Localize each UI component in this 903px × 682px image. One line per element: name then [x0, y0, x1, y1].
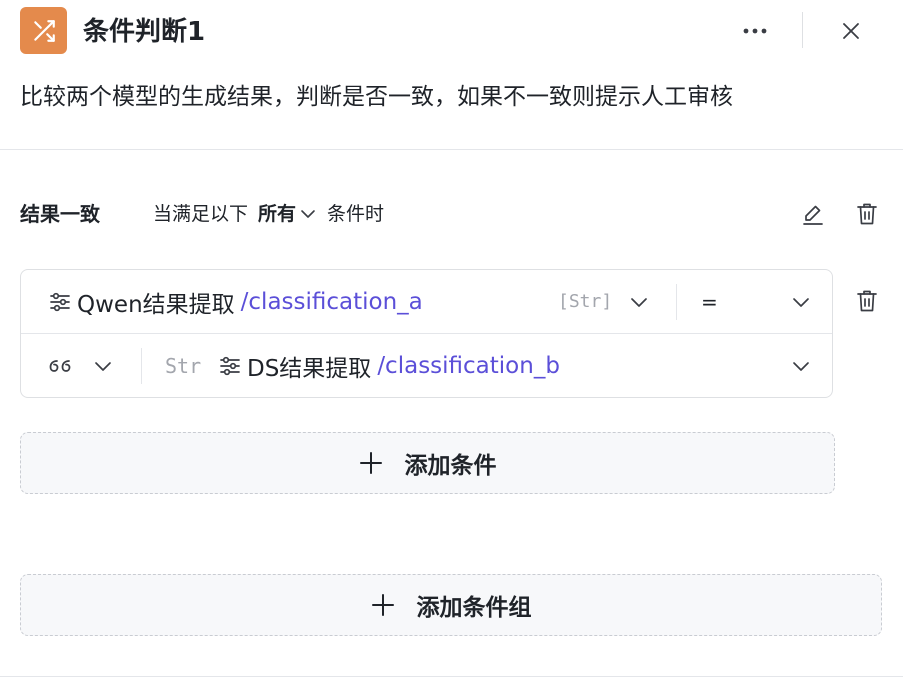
condition-right-row: Str DS结果提取 /classification_b	[21, 334, 832, 397]
delete-branch-button[interactable]	[853, 200, 881, 228]
value-mode-dropdown[interactable]	[47, 334, 113, 397]
header-separator	[802, 12, 803, 48]
chevron-down-icon	[301, 210, 315, 218]
close-button[interactable]	[836, 16, 866, 46]
right-variable-node: DS结果提取	[247, 356, 372, 382]
condition-node-icon	[20, 7, 67, 54]
edit-branch-button[interactable]	[799, 200, 827, 228]
left-variable-node: Qwen结果提取	[77, 292, 235, 318]
plus-icon	[359, 451, 383, 475]
match-mode-value: 所有	[258, 203, 297, 225]
add-condition-group-button[interactable]: 添加条件组	[20, 574, 882, 636]
chevron-down-icon	[793, 298, 809, 307]
quote-icon	[49, 360, 71, 372]
value-mode-separator	[141, 348, 142, 384]
trash-icon	[857, 290, 877, 312]
condition-left-row: Qwen结果提取 /classification_a [Str] =	[21, 270, 832, 334]
section-divider	[0, 149, 903, 150]
operator-dropdown[interactable]	[789, 291, 813, 313]
left-type-dropdown[interactable]	[627, 291, 651, 313]
left-variable-selector[interactable]: Qwen结果提取 /classification_a	[49, 270, 423, 334]
condition-card: Qwen结果提取 /classification_a [Str] = Str D…	[20, 269, 833, 398]
delete-condition-button[interactable]	[853, 287, 881, 315]
add-condition-button[interactable]: 添加条件	[20, 432, 835, 494]
plus-icon	[371, 593, 395, 617]
rule-prefix: 当满足以下	[153, 203, 249, 225]
close-icon	[843, 23, 859, 39]
branch-rule: 当满足以下 所有 条件时	[153, 198, 384, 230]
bottom-divider	[0, 676, 903, 677]
right-variable-path: /classification_b	[377, 353, 560, 379]
right-variable-selector[interactable]: DS结果提取 /classification_b	[219, 334, 560, 397]
chevron-down-icon	[631, 298, 647, 307]
node-title[interactable]: 条件判断1	[83, 10, 205, 54]
rule-suffix: 条件时	[327, 203, 385, 225]
branch-name: 结果一致	[20, 202, 100, 226]
left-variable-path: /classification_a	[240, 289, 423, 315]
more-button[interactable]	[737, 16, 773, 46]
pencil-icon	[803, 205, 823, 225]
add-condition-group-label: 添加条件组	[416, 595, 532, 621]
add-condition-label: 添加条件	[404, 453, 497, 479]
more-dots-icon	[743, 28, 767, 34]
left-type-tag: [Str]	[558, 291, 613, 312]
operator-value[interactable]: =	[701, 270, 718, 334]
chevron-down-icon	[95, 362, 111, 371]
trash-icon	[857, 203, 877, 225]
chevron-down-icon	[793, 362, 809, 371]
node-description[interactable]: 比较两个模型的生成结果，判断是否一致，如果不一致则提示人工审核	[20, 78, 733, 116]
right-variable-dropdown[interactable]	[789, 355, 813, 377]
operator-separator	[676, 284, 677, 320]
shuffle-icon	[33, 19, 55, 42]
variable-sliders-icon	[220, 356, 240, 376]
right-type-tag: Str	[165, 354, 202, 378]
variable-sliders-icon	[50, 292, 70, 312]
match-mode-dropdown[interactable]: 所有	[258, 198, 317, 230]
